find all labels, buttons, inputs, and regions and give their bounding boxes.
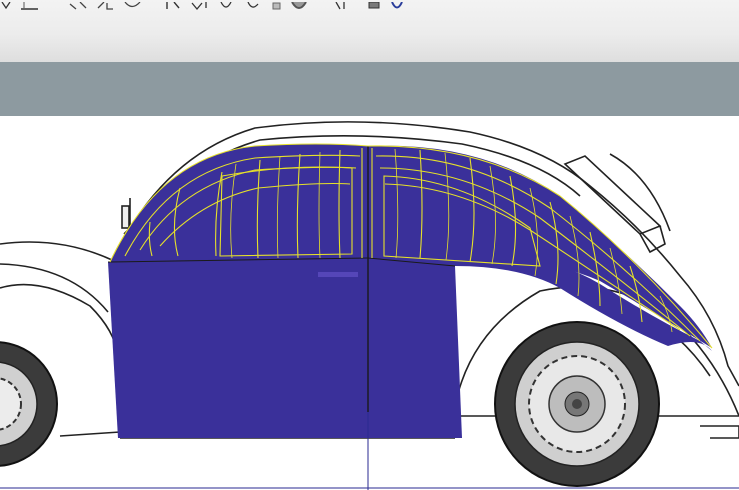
main-toolbar [0, 0, 739, 63]
view-icon[interactable] [334, 2, 352, 10]
zoom-icon[interactable] [366, 2, 384, 10]
arrow-icon[interactable] [0, 2, 14, 10]
help-icon[interactable] [390, 2, 404, 10]
undo-icon[interactable] [68, 2, 90, 10]
front-wheel [0, 341, 58, 467]
line-tool-icon[interactable] [20, 2, 40, 10]
3d-viewport[interactable] [0, 116, 739, 490]
fit-icon[interactable] [164, 2, 184, 10]
curve-icon[interactable] [246, 2, 262, 10]
car-model-drawing[interactable] [0, 116, 739, 490]
toolbar-icon-strip [0, 0, 410, 10]
point-icon[interactable] [268, 2, 284, 10]
snap-icon[interactable] [218, 2, 234, 10]
rear-wheel [494, 321, 660, 487]
cad-application-window [0, 0, 739, 490]
redo-icon[interactable] [96, 2, 116, 10]
rotate-icon[interactable] [122, 2, 144, 10]
render-icon[interactable] [290, 2, 310, 10]
viewport-header-band [0, 62, 739, 116]
measure-icon[interactable] [190, 2, 212, 10]
